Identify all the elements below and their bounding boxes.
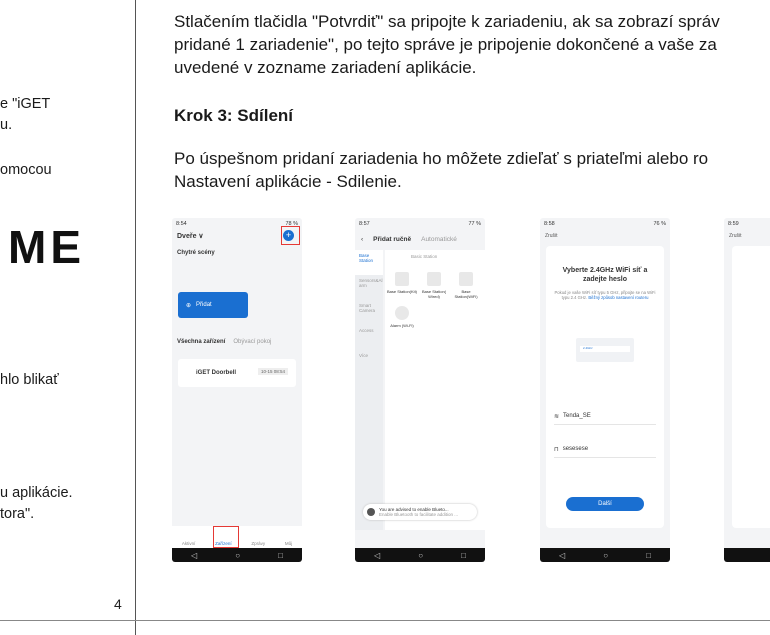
- back-icon[interactable]: ◁: [559, 551, 565, 560]
- wifi-name-field[interactable]: ≋ Tenda_SE: [554, 413, 656, 420]
- add-header: ‹ Přidat ručně Automatické: [355, 232, 485, 246]
- scenes-label: Chytré scény: [177, 250, 215, 256]
- android-nav-bar: ◁ ○ □: [172, 548, 302, 562]
- password-field[interactable]: ⊓ sesesese: [554, 446, 656, 453]
- device-option[interactable]: Base Station( Wired): [419, 272, 449, 299]
- status-bar: 8:54 78 %: [176, 221, 298, 227]
- device-option[interactable]: Base Station(Kit): [387, 272, 417, 294]
- home-icon[interactable]: ○: [418, 551, 423, 560]
- device-badge: 10-15 08:54: [257, 368, 288, 375]
- bluetooth-icon: [367, 508, 375, 516]
- next-button[interactable]: Další: [566, 497, 644, 511]
- device-grid: Basic Station Base Station(Kit) Base Sta…: [385, 250, 485, 530]
- left-text-line: e "iGET: [0, 96, 51, 112]
- wifi-hint: Pokud je vaše WiFi síť typu 5 GHz, připo…: [554, 290, 656, 300]
- home-title: Dveře ∨: [177, 233, 204, 240]
- divider: [554, 457, 656, 458]
- phone-screenshot-wifi: 8:58 76 % Zrušit Vyberte 2.4GHz WiFi síť…: [540, 218, 670, 562]
- tab-living-room[interactable]: Obývací pokoj: [233, 339, 271, 345]
- nav-item[interactable]: Zprávy: [251, 541, 265, 546]
- category-item[interactable]: Smart Camera: [355, 300, 383, 325]
- cancel-button[interactable]: Zrušit: [729, 233, 742, 239]
- paragraph-line: Nastavení aplikácie - Sdilenie.: [174, 172, 402, 191]
- back-icon[interactable]: ◁: [191, 551, 197, 560]
- category-item[interactable]: Sensors&Al arm: [355, 275, 383, 300]
- tab-auto[interactable]: Automatické: [421, 236, 457, 243]
- left-text-line: u.: [0, 117, 13, 133]
- status-bar: 8:57 77 %: [359, 221, 481, 227]
- device-option[interactable]: Base Station(WiFi): [451, 272, 481, 299]
- android-nav-bar: ◁ ○ □: [540, 548, 670, 562]
- back-icon[interactable]: ◁: [374, 551, 380, 560]
- router-setup-link[interactable]: Běžný způsob nastavení routeru: [588, 295, 648, 300]
- home-icon[interactable]: ○: [235, 551, 240, 560]
- paragraph-line: uvedené v zozname zariadení aplikácie.: [174, 58, 477, 77]
- router-illustration: 2.4Ghz: [576, 338, 634, 362]
- paragraph-line: pridané 1 zariadenie", po tejto správe j…: [174, 35, 717, 54]
- status-bar: 8:59: [728, 221, 739, 227]
- highlight-box: [213, 526, 239, 548]
- back-arrow-icon[interactable]: ‹: [361, 236, 363, 243]
- tab-all-devices[interactable]: Všechna zařízení: [177, 339, 225, 345]
- status-bar: 8:58 76 %: [544, 221, 666, 227]
- category-item[interactable]: Access: [355, 325, 383, 350]
- section-label: Basic Station: [411, 254, 438, 259]
- device-option[interactable]: Alarm (Wi-Fi): [387, 306, 417, 328]
- left-text-line: tora".: [0, 506, 35, 522]
- bluetooth-banner[interactable]: You are advised to enable Blueto... Enab…: [363, 504, 477, 520]
- home-icon[interactable]: ○: [603, 551, 608, 560]
- step-heading: Krok 3: Sdílení: [174, 106, 294, 125]
- cancel-button[interactable]: Zrušit: [545, 233, 558, 239]
- nav-item[interactable]: Můj: [285, 541, 292, 546]
- page-number: 4: [114, 596, 122, 612]
- device-list-item[interactable]: iGET Doorbell 10-15 08:54: [178, 359, 296, 387]
- nav-item[interactable]: Aktivní: [182, 541, 196, 546]
- paragraph-line: Po úspešnom pridaní zariadenia ho môžete…: [174, 149, 709, 168]
- left-text-line: u aplikácie.: [0, 485, 73, 501]
- highlight-box: [281, 226, 300, 245]
- category-item[interactable]: Base Station: [355, 250, 383, 275]
- left-big-heading: ME: [8, 221, 85, 273]
- left-page-fragment: e "iGET u. omocou ME hlo blikať u apliká…: [0, 0, 136, 635]
- right-page: Stlačením tlačidla "Potvrdiť" sa pripojt…: [136, 0, 770, 620]
- android-nav-bar: [724, 548, 770, 562]
- tab-manual[interactable]: Přidat ručně: [373, 236, 411, 243]
- card: [732, 246, 770, 528]
- lock-icon: ⊓: [554, 447, 559, 453]
- page-divider-horizontal: [0, 620, 770, 621]
- device-tabs: Všechna zařízení Obývací pokoj: [177, 339, 271, 345]
- left-text-line: hlo blikať: [0, 372, 59, 388]
- plus-circle-icon: ⊕: [186, 302, 192, 309]
- left-text-line: omocou: [0, 162, 52, 178]
- divider: [554, 424, 656, 425]
- add-scene-card[interactable]: ⊕ Přidat: [178, 292, 248, 318]
- phone-screenshot-home: 8:54 78 % Dveře ∨ + Chytré scény ⊕ Přida…: [172, 218, 302, 562]
- wifi-icon: ≋: [554, 414, 560, 420]
- category-item[interactable]: Více: [355, 350, 383, 375]
- recent-icon[interactable]: □: [278, 551, 283, 560]
- category-sidebar: Base Station Sensors&Al arm Smart Camera…: [355, 250, 383, 530]
- recent-icon[interactable]: □: [646, 551, 651, 560]
- phone-screenshot-add-manual: 8:57 77 % ‹ Přidat ručně Automatické Bas…: [355, 218, 485, 562]
- phone-screenshot-partial: 8:59 Zrušit: [724, 218, 770, 562]
- wifi-card: Vyberte 2.4GHz WiFi síť a zadejte heslo …: [546, 246, 664, 528]
- paragraph-line: Stlačením tlačidla "Potvrdiť" sa pripojt…: [174, 12, 720, 31]
- wifi-title: Vyberte 2.4GHz WiFi síť a zadejte heslo: [562, 267, 648, 283]
- recent-icon[interactable]: □: [461, 551, 466, 560]
- android-nav-bar: ◁ ○ □: [355, 548, 485, 562]
